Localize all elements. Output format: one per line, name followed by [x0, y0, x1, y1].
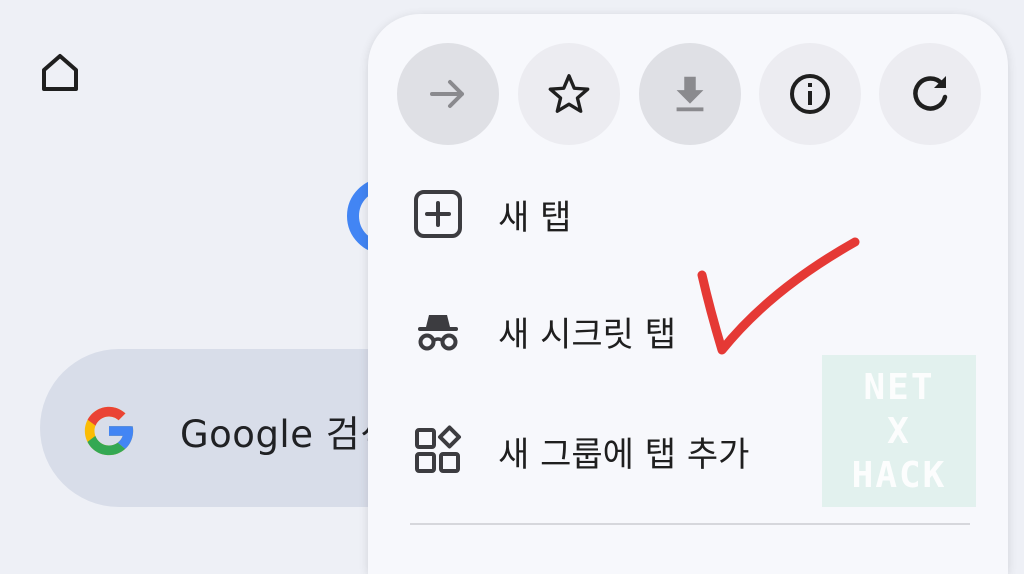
menu-item-new-tab[interactable]: 새 탭	[410, 184, 571, 244]
reload-button[interactable]	[879, 43, 981, 145]
info-icon	[790, 74, 830, 114]
refresh-icon	[913, 76, 948, 111]
incognito-icon	[410, 303, 466, 359]
menu-item-label: 새 그룹에 탭 추가	[498, 434, 750, 475]
menu-item-label: 새 탭	[498, 197, 572, 238]
menu-item-label: 새 시크릿 탭	[498, 314, 677, 355]
watermark-logo: NET X HACK	[822, 355, 976, 507]
menu-divider	[410, 523, 970, 525]
tab-group-icon	[410, 423, 466, 479]
red-checkmark-annotation	[697, 237, 860, 355]
home-button[interactable]	[34, 46, 86, 98]
bookmark-button[interactable]	[518, 43, 620, 145]
plus-box-icon	[410, 186, 466, 242]
page-info-button[interactable]	[759, 43, 861, 145]
forward-button[interactable]	[397, 43, 499, 145]
watermark-line: NET	[863, 367, 935, 408]
arrow-right-icon	[430, 80, 464, 108]
watermark-line: HACK	[851, 455, 947, 496]
menu-item-add-tab-to-group[interactable]: 새 그룹에 탭 추가	[410, 421, 749, 481]
watermark-line: X	[887, 411, 911, 452]
download-icon	[676, 76, 704, 112]
download-button[interactable]	[639, 43, 741, 145]
star-icon	[548, 74, 590, 113]
google-g-icon	[80, 402, 138, 460]
search-placeholder: Google 검색	[180, 413, 395, 456]
menu-item-new-incognito-tab[interactable]: 새 시크릿 탭	[410, 301, 676, 361]
home-icon	[42, 54, 78, 91]
